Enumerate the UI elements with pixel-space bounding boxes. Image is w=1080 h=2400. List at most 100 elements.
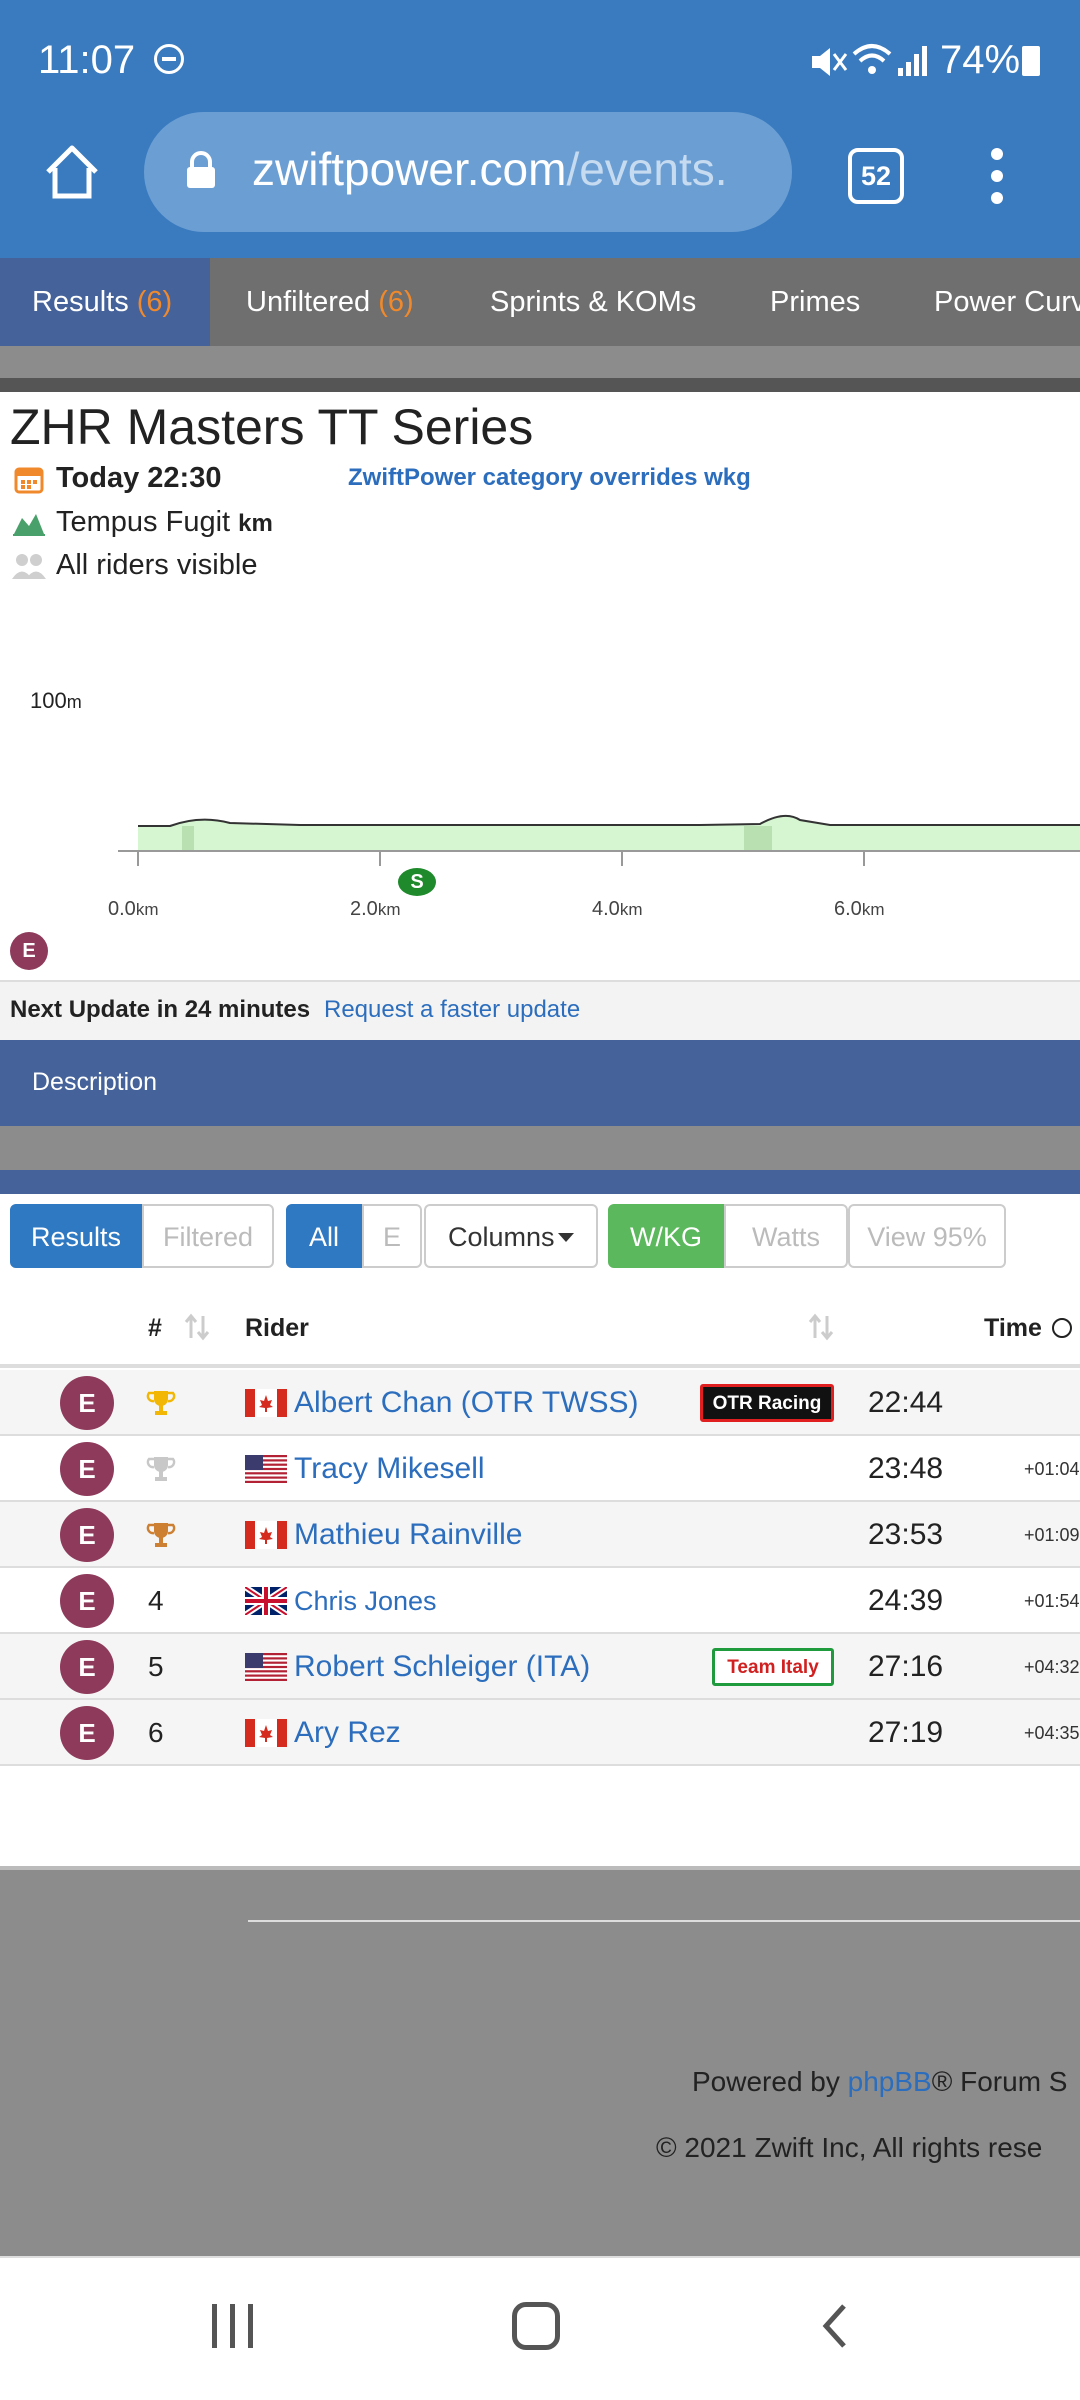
mute-icon: [812, 48, 848, 76]
home-nav-icon[interactable]: [512, 2302, 560, 2350]
rider-header[interactable]: Rider: [245, 1314, 309, 1343]
rank: 4: [148, 1585, 164, 1616]
table-row[interactable]: E Mathieu Rainville 23:53 +01:09: [0, 1502, 1080, 1568]
calendar-icon: [14, 467, 44, 494]
canada-flag-icon: [245, 1389, 287, 1417]
description-label: Description: [32, 1068, 158, 1096]
trophy-icon: [146, 1391, 176, 1415]
status-bar: 11:07 74%: [0, 0, 1080, 120]
next-update-text: Next Update in 24 minutes: [10, 996, 311, 1023]
tab-results[interactable]: Results (6): [0, 258, 210, 346]
finish-time: 23:53: [868, 1518, 944, 1551]
rider-name-link[interactable]: Robert Schleiger (ITA): [294, 1634, 590, 1700]
tab-switcher-button[interactable]: 52: [848, 148, 904, 204]
filtered-button[interactable]: Filtered: [142, 1204, 274, 1268]
elevation-profile-chart: [118, 814, 1080, 866]
table-row[interactable]: E Tracy Mikesell 23:48 +01:04: [0, 1436, 1080, 1502]
visibility-note: All riders visible: [56, 549, 258, 581]
profile-tick-label: 0.0km: [108, 898, 159, 920]
table-row[interactable]: E 4 Chris Jones 24:39 +01:54: [0, 1568, 1080, 1634]
category-badge: E: [60, 1442, 114, 1496]
category-badge: E: [60, 1706, 114, 1760]
table-bottom-spacer: [0, 1770, 1080, 1870]
time-gap: +04:35: [1024, 1723, 1080, 1743]
system-nav-bar: [0, 2256, 1080, 2400]
rider-name-link[interactable]: Chris Jones: [294, 1568, 437, 1634]
browser-toolbar: zwiftpower.com/events. 52: [0, 112, 1080, 258]
category-badge: E: [60, 1376, 114, 1430]
view-95-button[interactable]: View 95%: [848, 1204, 1006, 1268]
battery-icon: [1022, 46, 1040, 76]
sort-icon[interactable]: [808, 1312, 834, 1342]
finish-time: 23:48: [868, 1452, 944, 1485]
category-badge: E: [60, 1508, 114, 1562]
trophy-icon: [146, 1457, 176, 1481]
rank-header[interactable]: #: [148, 1314, 162, 1343]
columns-dropdown[interactable]: Columns: [424, 1204, 598, 1268]
usa-flag-icon: [245, 1455, 287, 1483]
table-row[interactable]: E Albert Chan (OTR TWSS) OTR Racing 22:44: [0, 1370, 1080, 1436]
rank: 5: [148, 1651, 164, 1682]
wkg-button[interactable]: W/KG: [608, 1204, 724, 1268]
rider-name-link[interactable]: Ary Rez: [294, 1700, 401, 1766]
results-filter-button[interactable]: Results: [10, 1204, 142, 1268]
event-title: ZHR Masters TT Series: [10, 399, 534, 455]
home-icon[interactable]: [42, 142, 102, 202]
divider: [0, 378, 1080, 392]
riders-icon: [12, 554, 46, 579]
time-gap: +01:04: [1024, 1459, 1080, 1479]
category-badge: E: [10, 932, 48, 970]
url-text: zwiftpower.com/events.: [252, 143, 728, 195]
tick-overflow: [1076, 898, 1080, 920]
recent-apps-icon[interactable]: [212, 2304, 256, 2348]
category-all-button[interactable]: All: [286, 1204, 362, 1268]
more-options-icon[interactable]: [982, 146, 1012, 206]
sort-icon[interactable]: [184, 1312, 210, 1342]
tab-primes[interactable]: Primes: [770, 258, 860, 346]
profile-tick-label: 6.0km: [834, 898, 885, 920]
time-gap: +01:54: [1024, 1591, 1080, 1611]
tab-unfiltered[interactable]: Unfiltered (6): [246, 258, 414, 346]
rider-name-link[interactable]: Albert Chan (OTR TWSS): [294, 1370, 639, 1436]
profile-tick-label: 2.0km: [350, 898, 401, 920]
page-footer: Powered by phpBB® Forum S © 2021 Zwift I…: [0, 1870, 1080, 2256]
profile-tick-label: 4.0km: [592, 898, 643, 920]
category-badge: E: [60, 1574, 114, 1628]
description-panel-header[interactable]: Description: [0, 1040, 1080, 1126]
time-gap: +04:32: [1024, 1657, 1080, 1677]
watts-button[interactable]: Watts: [724, 1204, 848, 1268]
team-tag[interactable]: Team Italy: [712, 1648, 834, 1686]
lock-icon: [187, 151, 215, 188]
rider-name-link[interactable]: Mathieu Rainville: [294, 1502, 522, 1568]
caret-down-icon: [558, 1233, 574, 1242]
finish-time: 22:44: [868, 1386, 944, 1419]
category-e-button[interactable]: E: [362, 1204, 422, 1268]
signal-icon: [898, 46, 927, 76]
time-header[interactable]: Time: [984, 1314, 1042, 1343]
rider-name-link[interactable]: Tracy Mikesell: [294, 1436, 485, 1502]
trophy-icon: [146, 1523, 176, 1547]
team-tag[interactable]: OTR Racing: [700, 1384, 834, 1422]
dnd-icon: [154, 44, 184, 74]
address-bar[interactable]: zwiftpower.com/events.: [144, 112, 792, 232]
event-date: Today 22:30: [56, 462, 222, 494]
back-icon[interactable]: [818, 2302, 852, 2350]
usa-flag-icon: [245, 1653, 287, 1681]
finish-time: 27:19: [868, 1716, 944, 1749]
finish-time: 27:16: [868, 1650, 944, 1683]
tab-power-curve[interactable]: Power Curv: [934, 258, 1080, 346]
request-update-link[interactable]: Request a faster update: [324, 996, 580, 1024]
table-row[interactable]: E 6 Ary Rez 27:19 +04:35: [0, 1700, 1080, 1766]
category-badge: E: [60, 1640, 114, 1694]
copyright-text: © 2021 Zwift Inc, All rights rese: [656, 2132, 1043, 2163]
canada-flag-icon: [245, 1719, 287, 1747]
footer-divider: [248, 1920, 1080, 1922]
table-row[interactable]: E 5 Robert Schleiger (ITA) Team Italy 27:16 +…: [0, 1634, 1080, 1700]
header-divider: [0, 1364, 1080, 1368]
tab-sprints-koms[interactable]: Sprints & KOMs: [490, 258, 696, 346]
phpbb-link[interactable]: phpBB: [848, 2066, 932, 2097]
results-panel-top: [0, 1170, 1080, 1194]
uk-flag-icon: [245, 1587, 287, 1615]
divider: [0, 1126, 1080, 1170]
event-tabs: Results (6) Unfiltered (6) Sprints & KOM…: [0, 258, 1080, 346]
